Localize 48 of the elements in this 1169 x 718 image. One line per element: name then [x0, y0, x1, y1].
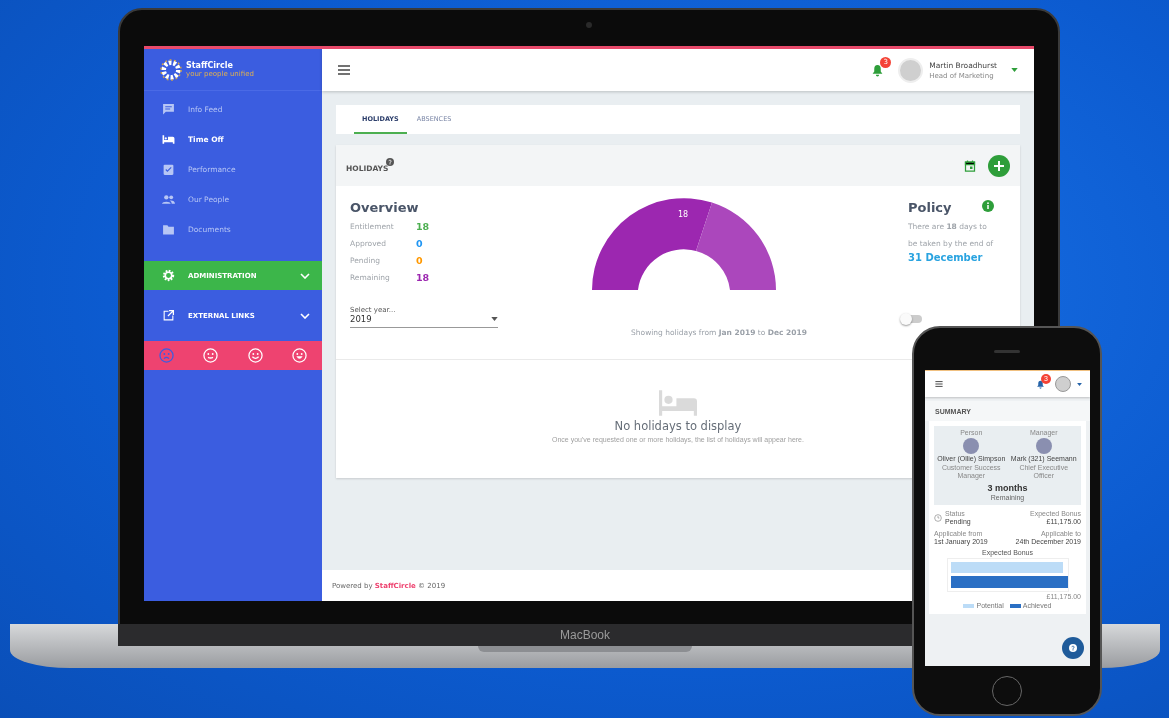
chevron-down-icon: [300, 312, 310, 319]
gauge-value-label: 18: [678, 210, 689, 219]
user-avatar[interactable]: [1055, 376, 1071, 392]
policy-date: 31 December: [908, 252, 984, 263]
calendar-icon[interactable]: [964, 159, 976, 172]
help-icon: [1069, 644, 1077, 652]
avatar-placeholder: [1035, 438, 1052, 454]
caret-down-icon: [491, 317, 498, 321]
clock-icon: [934, 513, 942, 522]
stat-value: 18: [416, 221, 430, 232]
menu-icon[interactable]: [935, 381, 943, 387]
neutral-face-icon: [203, 348, 219, 363]
info-icon[interactable]: [982, 200, 994, 212]
duration-value: 3 months: [987, 483, 1028, 493]
caret-down-icon[interactable]: [1077, 382, 1082, 386]
bed-icon: [659, 390, 697, 416]
caret-down-icon[interactable]: [1011, 68, 1018, 72]
logo-name: StaffCircle: [186, 61, 234, 70]
stat-value: 0: [416, 238, 423, 249]
clipboard-check-icon: [162, 162, 175, 176]
camera-dot: [586, 22, 592, 28]
stat-value: 0: [416, 255, 423, 266]
people-icon: [162, 192, 175, 206]
settings-icon: [162, 269, 175, 282]
menu-icon[interactable]: [338, 65, 350, 75]
help-button[interactable]: [1062, 637, 1084, 659]
stat-value: 18: [416, 272, 430, 283]
avatar-placeholder: [963, 438, 980, 454]
chat-icon: [162, 102, 175, 116]
smiling-face-icon: [247, 348, 263, 363]
chevron-down-icon: [300, 272, 310, 279]
laughing-face-icon: [292, 348, 308, 363]
add-button[interactable]: [988, 154, 1010, 177]
sad-face-icon: [158, 348, 174, 363]
folder-icon: [162, 222, 175, 236]
bell-icon[interactable]: [1036, 379, 1045, 389]
empty-state-title: No holidays to display: [614, 419, 742, 433]
laptop-brand-label: MacBook: [560, 628, 610, 642]
section-title: Overview: [350, 200, 420, 215]
help-icon[interactable]: [386, 158, 395, 166]
speaker-slot: [994, 350, 1020, 353]
circle-logo-icon: [160, 58, 182, 81]
bed-icon: [162, 132, 175, 146]
bell-icon[interactable]: [871, 63, 885, 77]
external-link-icon: [162, 309, 175, 322]
plus-icon: [994, 160, 1004, 171]
section-title: Policy: [908, 200, 952, 215]
toggle-switch[interactable]: [902, 315, 922, 323]
